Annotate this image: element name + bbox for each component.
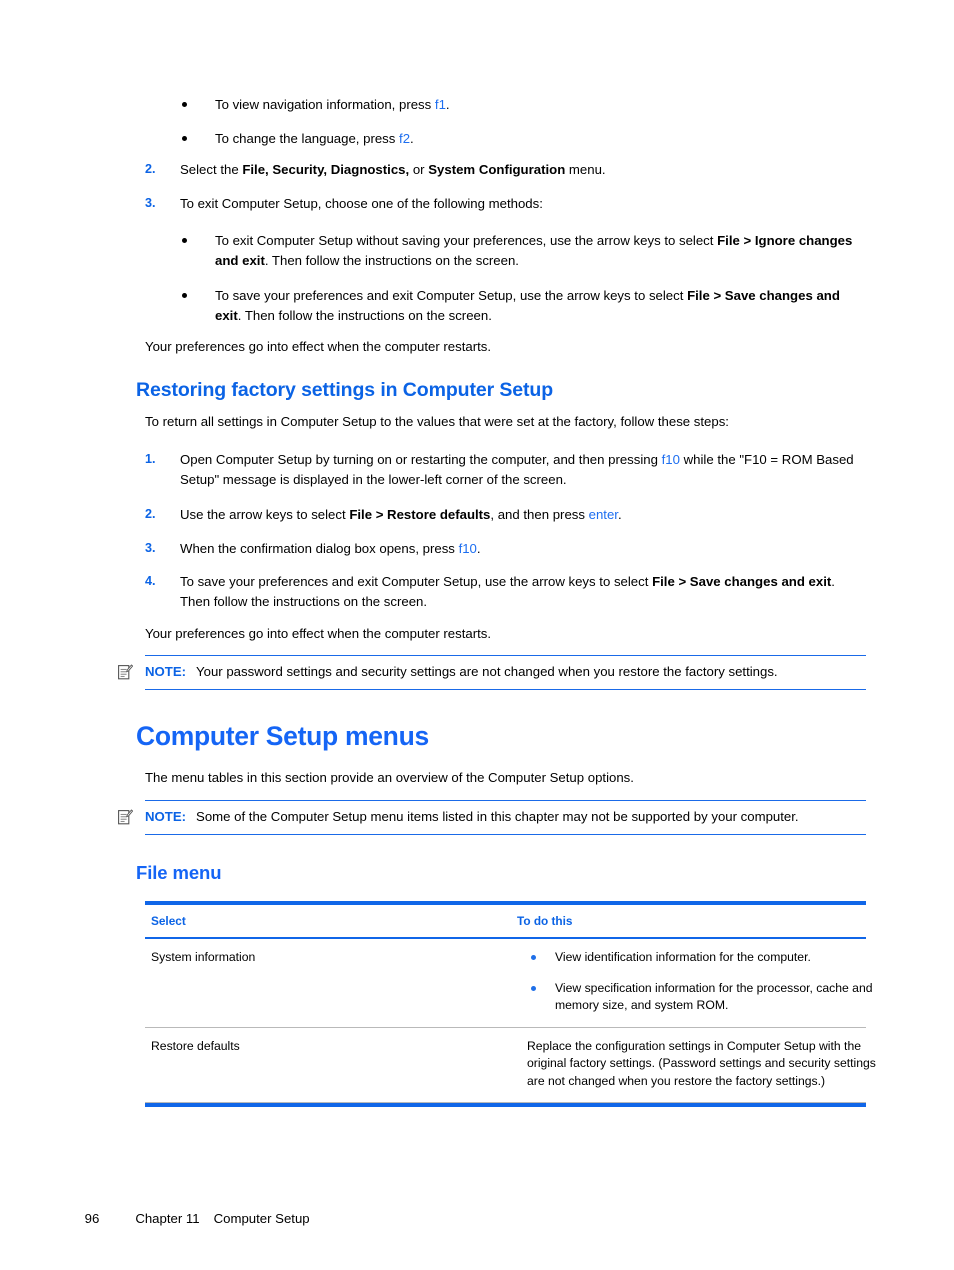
run-text: . Then follow the instructions on the sc… [237,307,492,323]
section-heading-file-menu: File menu [136,862,222,883]
list-item: 3. To exit Computer Setup, choose one of… [145,194,866,214]
run-text: . [476,540,481,556]
run-text: To save your preferences and exit Comput… [180,574,653,589]
run-text: menu. [565,162,606,177]
page-title: Computer Setup menus [136,721,429,751]
list-item-text: To save your preferences and exit Comput… [215,288,840,323]
run-text: . [617,507,622,522]
table-list-item: View identification information for the … [527,949,888,967]
list-marker: 3. [145,540,156,555]
note-icon [118,664,134,680]
restoring-intro: To return all settings in Computer Setup… [145,414,729,429]
exit-steps-list: 2. Select the File, Security, Diagnostic… [0,160,954,223]
key-reference: enter [588,507,618,522]
cell-to-do-this: View identification information for the … [521,939,898,1027]
footer-chapter-label: Chapter 11 [135,1211,200,1226]
run-text: . Then follow the instructions on the sc… [264,252,519,268]
restoring-steps-list: 1. Open Computer Setup by turning on or … [0,450,954,625]
bullet-text-post: . [410,130,414,146]
bullet-text-pre: To view navigation information, press [215,97,435,112]
key-reference: f10 [458,540,477,556]
list-item: To view navigation information, press f1… [182,95,866,115]
note-block-2: NOTE: Some of the Computer Setup menu ite… [0,800,954,835]
bullet-text-post: . [445,97,450,112]
footer-chapter-title: Computer Setup [213,1211,310,1226]
list-marker: 4. [145,574,156,588]
emphasis-text: System Configuration [428,162,566,177]
page-footer: 96 Chapter 11 Computer Setup [70,1192,310,1246]
list-item: 4. To save your preferences and exit Com… [145,572,866,611]
list-marker: 2. [145,162,156,176]
bullet-icon [182,102,187,107]
bullet-text-pre: To change the language, press [215,130,400,146]
exit-methods-list: To exit Computer Setup without saving yo… [0,231,954,339]
bullet-icon [182,238,187,243]
list-marker: 3. [145,195,156,210]
note-text: Your password settings and security sett… [196,664,778,679]
list-item-text: When the confirmation dialog box opens, … [180,541,481,556]
list-item-text: To exit Computer Setup without saving yo… [215,233,852,268]
table-row: System information View identification i… [145,939,873,1028]
bullet-icon [531,955,536,960]
cell-select: System information [151,950,256,964]
list-item-text: To exit Computer Setup, choose one of th… [180,196,543,211]
list-item-text: Use the arrow keys to select File > Rest… [180,507,622,522]
list-item: 3. When the confirmation dialog box open… [145,539,866,559]
bullet-icon [182,135,187,141]
note-block-1: NOTE: Your password settings and security… [0,655,954,690]
list-item: 2. Use the arrow keys to select File > R… [145,505,866,525]
column-header-to-do-this: To do this [517,914,573,928]
list-item: To change the language, press f2. [182,129,866,149]
menus-intro: The menu tables in this section provide … [145,770,634,785]
run-text: Open Computer Setup by turning on or res… [180,452,662,467]
table-bottom-rule [145,1103,866,1107]
intro-bullet-list: To view navigation information, press f1… [0,95,954,158]
table-header-row: Select To do this [145,905,866,939]
note-label: NOTE: [145,664,187,679]
section-heading-restoring: Restoring factory settings in Computer S… [136,379,554,401]
table-list-item: View specification information for the p… [527,980,888,1015]
run-text: , and then press [490,507,589,522]
emphasis-text: File > Save changes and exit [652,574,832,589]
emphasis-text: File > Restore defaults [349,507,491,522]
column-header-select: Select [151,914,186,928]
table-bullet-text: View specification information for the p… [555,980,873,1013]
list-item: To exit Computer Setup without saving yo… [182,231,866,270]
table-bullet-text: View identification information for the … [555,950,811,964]
list-item: 2. Select the File, Security, Diagnostic… [145,160,866,180]
emphasis-text: File, Security, Diagnostics, [242,162,410,177]
cell-to-do-this: Replace the configuration settings in Co… [527,1038,876,1088]
closing-paragraph-2: Your preferences go into effect when the… [145,626,492,641]
bullet-icon [182,293,187,298]
table-row: Restore defaults Replace the configurati… [145,1028,876,1103]
list-item: To save your preferences and exit Comput… [182,286,866,325]
note-text: Some of the Computer Setup menu items li… [196,809,799,824]
list-marker: 2. [145,507,156,521]
bullet-icon [531,985,536,991]
run-text: Select the [180,162,243,177]
list-item-text: Select the File, Security, Diagnostics, … [180,162,606,177]
run-text: To exit Computer Setup without saving yo… [215,233,718,248]
run-text: or [409,162,429,177]
list-item: 1. Open Computer Setup by turning on or … [145,450,866,489]
closing-paragraph-1: Your preferences go into effect when the… [145,339,492,354]
cell-select: Restore defaults [151,1038,240,1053]
footer-page-number: 96 [84,1211,100,1226]
note-label: NOTE: [145,809,187,824]
key-reference: f2 [399,130,411,146]
list-marker: 1. [145,452,156,466]
run-text: To exit Computer Setup, choose one of th… [180,195,543,211]
run-text: To save your preferences and exit Comput… [215,288,688,303]
list-item-text: To save your preferences and exit Comput… [180,574,835,609]
document-page: To view navigation information, press f1… [0,0,954,1270]
key-reference: f1 [434,97,446,112]
note-icon [118,809,134,825]
file-menu-table: Select To do this System information Vie… [145,901,876,1107]
run-text: Use the arrow keys to select [180,507,350,522]
list-item-text: Open Computer Setup by turning on or res… [180,452,854,487]
key-reference: f10 [661,452,680,467]
run-text: When the confirmation dialog box opens, … [180,540,459,556]
